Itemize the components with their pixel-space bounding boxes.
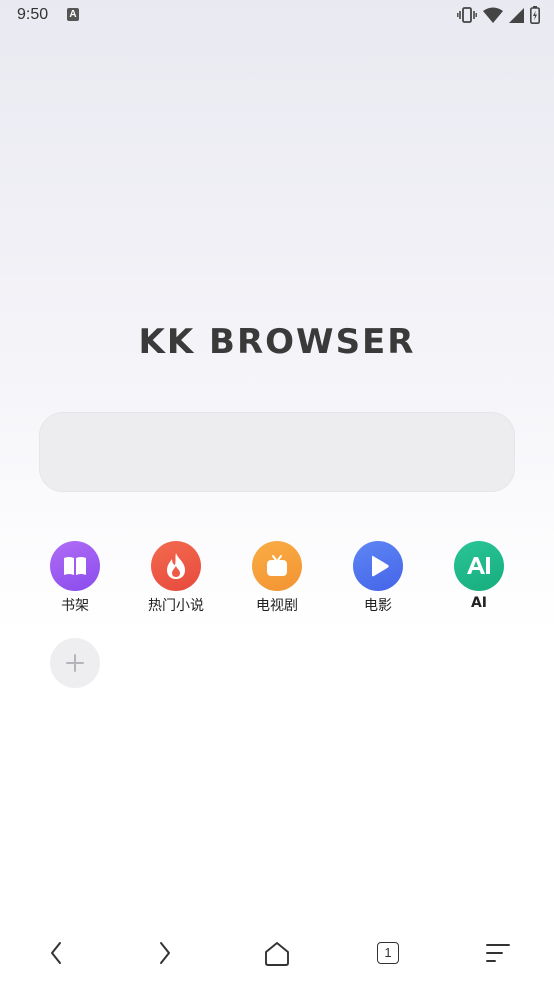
tab-count: 1 xyxy=(377,942,399,964)
battery-icon xyxy=(530,6,540,24)
signal-icon xyxy=(509,7,524,23)
shortcut-hot-novels[interactable]: 热门小说 xyxy=(131,541,221,615)
menu-icon xyxy=(486,944,510,962)
tabs-button[interactable]: 1 xyxy=(367,939,407,969)
add-shortcut-button[interactable] xyxy=(50,638,100,688)
shortcut-bookshelf[interactable]: 书架 xyxy=(30,541,120,615)
home-button[interactable] xyxy=(257,939,297,969)
shortcut-movies[interactable]: 电影 xyxy=(333,541,423,615)
home-icon xyxy=(265,942,289,966)
app-title: KK BROWSER xyxy=(138,322,416,362)
wifi-icon xyxy=(483,7,503,23)
plus-icon xyxy=(66,654,84,672)
status-bar: 9:50 A xyxy=(0,0,554,32)
shortcut-tv-series[interactable]: 电视剧 xyxy=(232,541,322,615)
search-input[interactable] xyxy=(39,412,515,492)
shortcut-label: 电视剧 xyxy=(256,598,298,614)
vibrate-icon xyxy=(457,6,477,24)
notification-a-icon: A xyxy=(67,8,79,21)
shortcut-label: 电影 xyxy=(364,598,392,614)
status-icons xyxy=(457,5,540,25)
forward-button[interactable] xyxy=(145,939,185,969)
menu-button[interactable] xyxy=(478,939,518,969)
flame-icon xyxy=(151,541,201,591)
ai-icon xyxy=(454,541,504,591)
tv-icon xyxy=(252,541,302,591)
play-icon xyxy=(353,541,403,591)
forward-icon xyxy=(160,942,170,964)
shortcut-label: 热门小说 xyxy=(148,598,204,614)
book-icon xyxy=(50,541,100,591)
shortcut-ai[interactable]: AI xyxy=(434,541,524,611)
back-button[interactable] xyxy=(36,939,76,969)
shortcut-label: 书架 xyxy=(61,598,89,614)
status-time: 9:50 xyxy=(17,6,49,23)
back-icon xyxy=(51,942,61,964)
shortcut-label: AI xyxy=(470,595,488,611)
bottom-navigation-bar: 1 xyxy=(0,925,554,984)
